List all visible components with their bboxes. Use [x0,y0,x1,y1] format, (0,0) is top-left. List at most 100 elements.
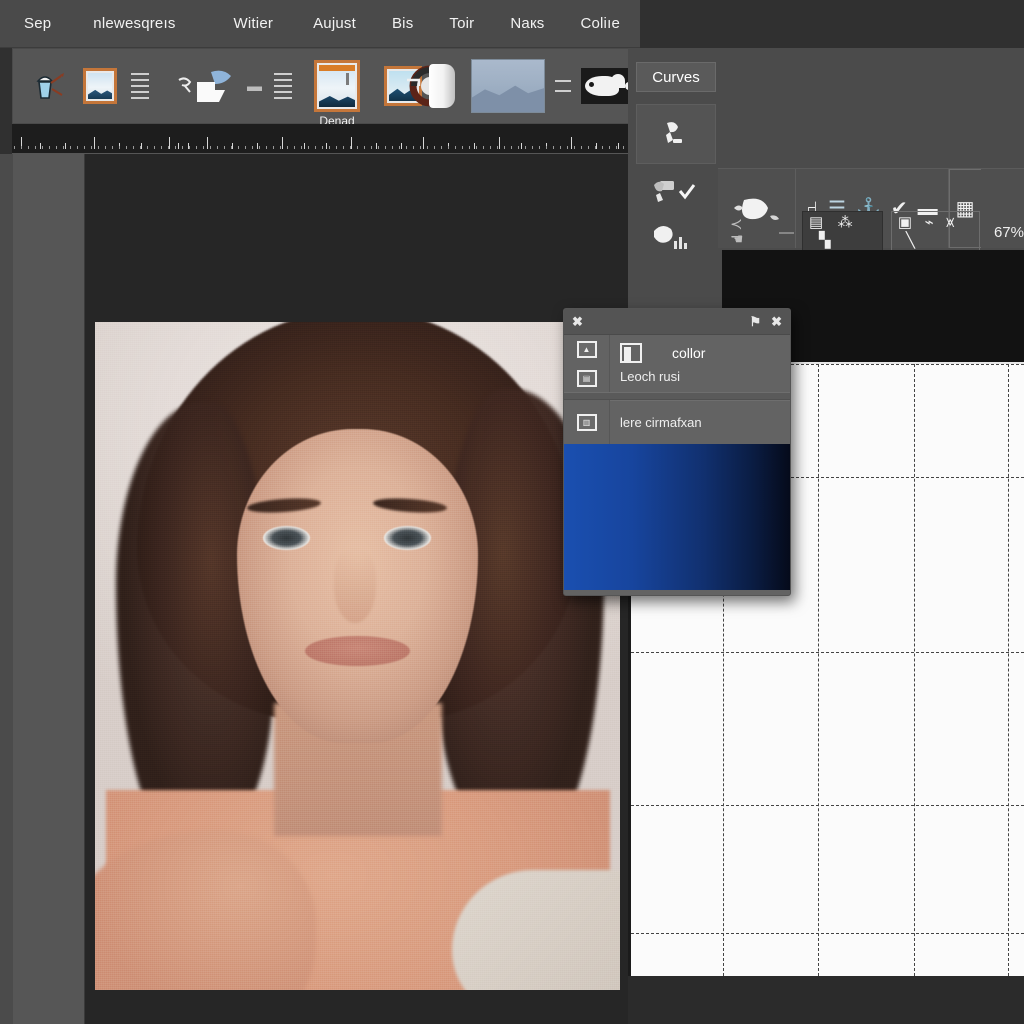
ruler-subtick [588,146,589,149]
calculator-small-icon[interactable]: ▤ [576,369,597,387]
ruler-subtick [252,146,253,149]
option-divider-line-2[interactable]: — [779,225,794,240]
dialog-information-label: lere cirmafxan [620,415,702,430]
ruler-subtick [483,146,484,149]
ruler-subtick [203,146,204,149]
ruler-subtick [553,146,554,149]
ruler-subtick [98,146,99,149]
ruler-subtick [427,146,428,149]
ruler-subtick [133,146,134,149]
ruler-subtick [476,146,477,149]
ruler-subtick [77,146,78,149]
paint-bucket-icon [36,73,64,99]
ruler-subtick [259,146,260,149]
tool-photo-document[interactable]: Denad [314,60,360,128]
close-icon[interactable]: ✖ [771,314,782,330]
ruler-subtick [140,146,141,149]
ruler-subtick [21,146,22,149]
option-square-select[interactable]: ▣ [898,214,912,231]
panel-tool-eyedropper[interactable] [636,170,716,214]
option-arrow-hand[interactable]: ≺☚ [730,217,755,247]
option-scatter[interactable]: ⁂ [838,214,853,231]
menu-aujust[interactable]: Aujust [303,11,366,36]
ruler-subtick [525,146,526,149]
ruler-subtick [378,146,379,149]
horizontal-ruler[interactable] [12,124,640,154]
ruler-subtick [231,146,232,149]
dialog-subtitle-label: Leoch rusi [620,369,680,384]
dialog-text-column: collor Leoch rusi [610,335,790,392]
close-icon-left[interactable]: ✖ [572,314,583,330]
ruler-tick [282,137,284,149]
dialog-title-bar[interactable]: ✖ ⚑ ✖ [564,309,790,335]
ruler-tick [570,137,572,149]
ruler-subtick [294,146,295,149]
panel-chip-icon[interactable] [620,343,642,363]
tool-landscape-thumb[interactable] [471,59,545,113]
tool-paint-bucket[interactable] [31,69,67,103]
tool-lasso-shape[interactable] [175,66,243,106]
dialog-row-information[interactable]: ▥ lere cirmafxan [564,400,790,444]
option-slash[interactable]: ╲ [906,232,915,249]
grid-line-horizontal [631,933,1024,935]
tool-connector-lines[interactable] [555,80,571,92]
blue-gradient-swatch[interactable] [564,444,790,590]
option-grid-cells[interactable]: ▤ [809,214,823,231]
flag-icon[interactable]: ⚑ [749,314,761,330]
dialog-text-column-2: lere cirmafxan [610,400,790,444]
ruler-tick [326,143,327,149]
panel-tool-clone[interactable] [636,104,716,164]
option-gradient-ramp[interactable]: ▚ [819,232,831,249]
ruler-subtick [385,146,386,149]
ruler-subtick [420,146,421,149]
tab-curves[interactable]: Curves [636,62,716,92]
left-tool-strip[interactable] [13,154,85,1024]
dialog-color-label: collor [672,345,706,361]
ruler-subtick [175,146,176,149]
ruler-subtick [532,146,533,149]
tool-capsule[interactable] [429,64,455,108]
tool-lines-list-2[interactable] [274,73,292,99]
ruler-tick [351,137,353,149]
ruler-subtick [609,146,610,149]
panel-tool-smudge[interactable] [636,214,716,260]
tool-framed-image[interactable] [83,68,117,104]
menu-sep[interactable]: Sep [14,11,61,36]
menu-bis[interactable]: Bis [382,11,423,36]
grid-line-vertical [1008,364,1010,976]
ruler-subtick [581,146,582,149]
framed-image-icon [83,68,117,104]
option-scribble[interactable]: ⩙ [946,214,954,231]
tool-lines-list[interactable] [131,73,149,99]
menu-naxs[interactable]: Naкs [500,11,554,36]
ruler-subtick [350,146,351,149]
menu-witier[interactable]: Witier [224,11,284,36]
ruler-subtick [602,146,603,149]
color-popup-dialog[interactable]: ✖ ⚑ ✖ ▲ ▤ collor Leoch rusi ▥ lere cirma… [563,308,791,596]
ruler-subtick [574,146,575,149]
tool-corner-marker[interactable] [405,77,423,95]
corner-marker-icon [407,78,421,86]
lasso-shape-icon [178,70,231,102]
menu-nlewesqrets[interactable]: nlewesqreıs [83,11,185,36]
menu-colie[interactable]: Coliıe [570,11,630,36]
grid-line-horizontal [631,651,1024,653]
tool-dash[interactable]: ▬ [247,79,262,94]
menu-toir[interactable]: Toir [439,11,484,36]
ruler-subtick [112,146,113,149]
option-brush-stroke[interactable]: ⌁ [925,214,934,231]
ruler-tick [169,137,170,149]
ruler-tick [498,137,500,149]
lines-list-icon [131,73,149,99]
ruler-subtick [91,146,92,149]
ruler-subtick [63,146,64,149]
ruler-subtick [560,146,561,149]
portrait-photo[interactable] [95,322,620,990]
layers-small-icon[interactable]: ▥ [576,413,597,431]
ruler-tick [401,143,403,149]
menu-bar: Sep nlewesqreıs Witier Aujust Bis Toir N… [0,0,640,48]
dialog-row-color[interactable]: ▲ ▤ collor Leoch rusi [564,335,790,392]
image-small-icon[interactable]: ▲ [576,340,597,358]
ruler-subtick [217,146,218,149]
clone-stamp-icon [666,122,682,143]
